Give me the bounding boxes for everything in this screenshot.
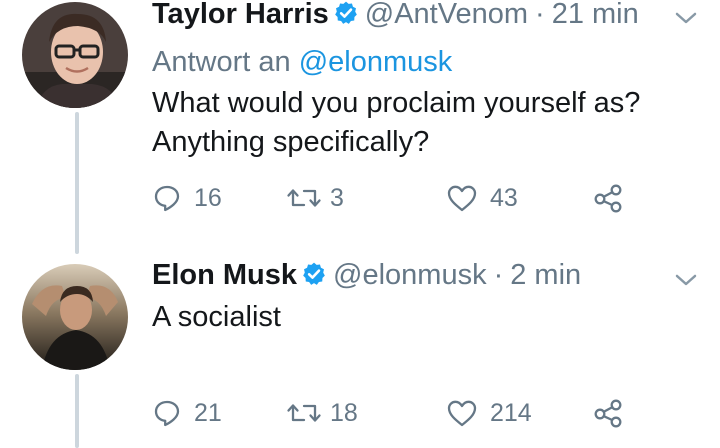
- separator: ·: [535, 0, 545, 30]
- reply-mention-link[interactable]: @elonmusk: [299, 46, 453, 78]
- reply-button[interactable]: 21: [152, 395, 222, 431]
- tweet-header: Elon Musk @elonmusk · 2 min: [152, 258, 581, 295]
- tweet-taylor-harris[interactable]: Taylor Harris @AntVenom · 21 min Antwort an…: [0, 0, 720, 250]
- tweet-elon-musk[interactable]: Elon Musk @elonmusk · 2 min A socialist 21 …: [0, 256, 720, 448]
- retweet-button[interactable]: 18: [286, 395, 358, 431]
- chevron-down-icon[interactable]: [672, 270, 700, 290]
- retweet-count: 3: [330, 183, 344, 212]
- tweet-header: Taylor Harris @AntVenom · 21 min: [152, 0, 639, 34]
- like-count: 43: [490, 183, 518, 212]
- retweet-count: 18: [330, 398, 358, 427]
- like-button[interactable]: 43: [446, 180, 518, 216]
- separator: ·: [493, 259, 504, 291]
- tweet-text-line: What would you proclaim yourself as?: [152, 87, 641, 119]
- timestamp[interactable]: 21 min: [552, 0, 639, 30]
- tweet-text: What would you proclaim yourself as? Any…: [152, 84, 640, 162]
- share-button[interactable]: [592, 395, 626, 431]
- verified-badge-icon: [301, 261, 327, 295]
- retweet-icon: [286, 398, 322, 428]
- tweet-actions: 16 3 43: [152, 180, 652, 216]
- like-button[interactable]: 214: [446, 395, 532, 431]
- avatar[interactable]: [22, 264, 128, 370]
- heart-icon: [446, 183, 478, 213]
- heart-icon: [446, 398, 478, 428]
- user-handle[interactable]: @AntVenom: [365, 0, 528, 30]
- reply-count: 21: [194, 398, 222, 427]
- reply-to: Antwort an @elonmusk: [152, 45, 452, 79]
- tweet-text-line: Anything specifically?: [152, 126, 430, 158]
- retweet-button[interactable]: 3: [286, 180, 344, 216]
- reply-icon: [152, 183, 182, 213]
- tweet-text-line: A socialist: [152, 301, 281, 333]
- tweet-text: A socialist: [152, 298, 281, 337]
- timestamp[interactable]: 2 min: [510, 259, 581, 291]
- share-icon: [592, 398, 626, 428]
- retweet-icon: [286, 183, 322, 213]
- display-name[interactable]: Elon Musk: [152, 259, 297, 291]
- reply-prefix: Antwort an: [152, 46, 291, 78]
- verified-badge-icon: [333, 0, 359, 34]
- user-handle[interactable]: @elonmusk: [333, 259, 487, 291]
- reply-button[interactable]: 16: [152, 180, 222, 216]
- reply-icon: [152, 398, 182, 428]
- like-count: 214: [490, 398, 532, 427]
- chevron-down-icon[interactable]: [672, 8, 700, 28]
- share-button[interactable]: [592, 180, 626, 216]
- tweet-actions: 21 18 214: [152, 395, 652, 431]
- share-icon: [592, 183, 626, 213]
- display-name[interactable]: Taylor Harris: [152, 0, 329, 30]
- avatar[interactable]: [22, 2, 128, 108]
- reply-count: 16: [194, 183, 222, 212]
